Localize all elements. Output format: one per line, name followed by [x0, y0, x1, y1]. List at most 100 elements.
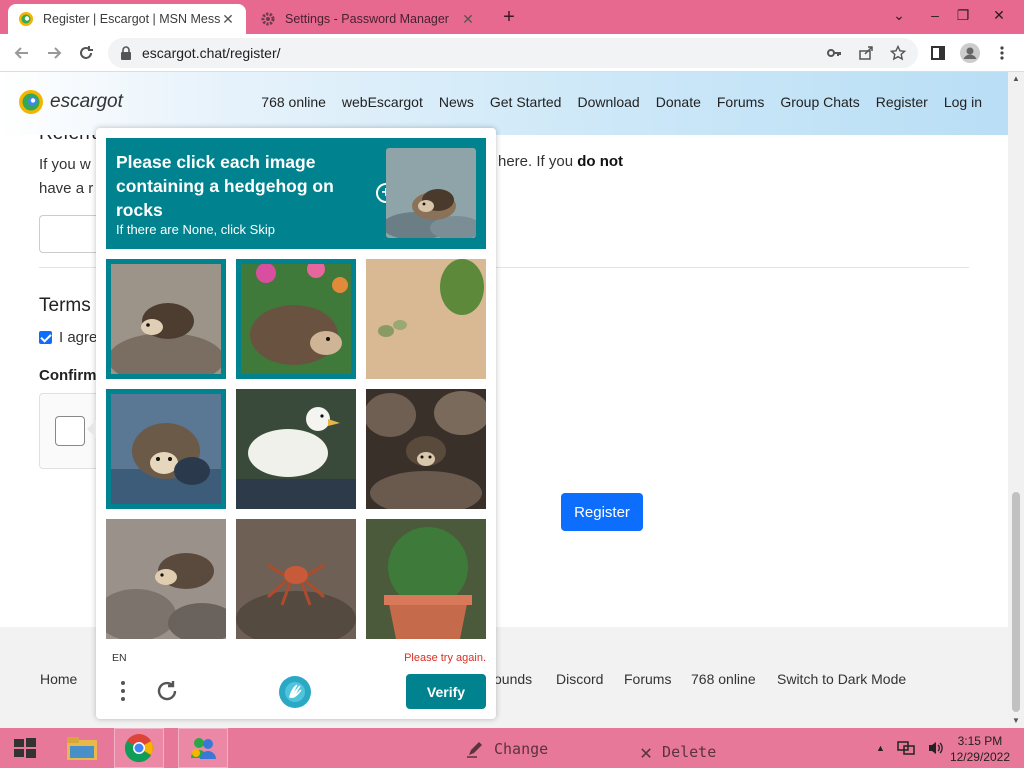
hcaptcha-checkbox[interactable]: [55, 416, 85, 446]
back-icon[interactable]: [10, 41, 34, 65]
captcha-image-8[interactable]: [236, 519, 356, 639]
volume-icon[interactable]: [927, 740, 945, 756]
agree-label: I agre: [59, 329, 98, 346]
page-scrollbar[interactable]: ▲ ▼: [1008, 72, 1024, 728]
browser-tabstrip: Register | Escargot | MSN Messen ✕ Setti…: [0, 0, 1024, 34]
taskbar-messenger[interactable]: [178, 728, 228, 768]
footer-discord[interactable]: Discord: [556, 671, 603, 687]
share-icon[interactable]: [854, 41, 878, 65]
scroll-down-icon[interactable]: ▼: [1008, 714, 1024, 728]
footer-dark-mode[interactable]: Switch to Dark Mode: [777, 671, 906, 687]
site-nav: 768 online webEscargot News Get Started …: [261, 94, 982, 110]
captcha-image-2[interactable]: [236, 259, 356, 379]
lock-icon: [121, 46, 131, 60]
close-window-icon[interactable]: ✕: [982, 0, 1016, 30]
nav-download[interactable]: Download: [577, 94, 639, 110]
key-icon[interactable]: [822, 41, 846, 65]
referral-text-right: here. If you do not: [498, 153, 623, 170]
captcha-image-4[interactable]: [106, 389, 226, 509]
footer-home[interactable]: Home: [40, 671, 77, 687]
footer-online-count: 768 online: [691, 671, 756, 687]
taskbar-explorer[interactable]: [58, 728, 106, 768]
taskbar-change[interactable]: Change: [466, 740, 548, 758]
site-logo[interactable]: escargot: [18, 89, 123, 115]
restore-icon[interactable]: ❐: [946, 0, 980, 30]
captcha-menu-icon[interactable]: [116, 678, 130, 704]
captcha-subtext: If there are None, click Skip: [116, 222, 275, 237]
system-tray: ▲: [876, 728, 945, 768]
tab-close-icon[interactable]: ✕: [460, 11, 476, 28]
forward-icon[interactable]: [42, 41, 66, 65]
nav-get-started[interactable]: Get Started: [490, 94, 562, 110]
captcha-image-grid: [106, 259, 486, 639]
scroll-thumb[interactable]: [1012, 492, 1020, 712]
captcha-example-image[interactable]: [386, 148, 476, 238]
captcha-image-7[interactable]: [106, 519, 226, 639]
reload-icon[interactable]: [74, 41, 98, 65]
folder-icon: [67, 737, 97, 760]
scroll-up-icon[interactable]: ▲: [1008, 72, 1024, 86]
footer-forums[interactable]: Forums: [624, 671, 671, 687]
nav-webescargot[interactable]: webEscargot: [342, 94, 423, 110]
nav-online-count: 768 online: [261, 94, 326, 110]
browser-toolbar: escargot.chat/register/: [0, 34, 1024, 72]
messenger-users-icon: [191, 738, 216, 759]
clock-time: 3:15 PM: [957, 734, 1003, 748]
nav-donate[interactable]: Donate: [656, 94, 701, 110]
captcha-pointer: [87, 420, 96, 438]
captcha-refresh-icon[interactable]: [154, 678, 180, 704]
tab-search-chevron-icon[interactable]: ⌄: [882, 0, 916, 30]
pen-icon: [467, 742, 482, 758]
clock-date: 12/29/2022: [949, 750, 1010, 764]
terms-heading: Terms: [39, 295, 91, 316]
captcha-image-3[interactable]: [366, 259, 486, 379]
start-button[interactable]: [8, 728, 42, 768]
agree-checkbox[interactable]: [39, 331, 52, 344]
tab-title: Register | Escargot | MSN Messen: [43, 12, 220, 26]
side-panel-icon[interactable]: [926, 41, 950, 65]
nav-group-chats[interactable]: Group Chats: [780, 94, 859, 110]
captcha-image-1[interactable]: [106, 259, 226, 379]
hcaptcha-logo-icon[interactable]: [278, 675, 312, 709]
footer-sounds[interactable]: ounds: [494, 671, 532, 687]
tab-title: Settings - Password Manager: [285, 12, 449, 26]
bookmark-star-icon[interactable]: [886, 41, 910, 65]
delete-label: Delete: [662, 743, 717, 761]
referral-right-text: here. If you: [498, 153, 578, 170]
agree-terms-row[interactable]: I agre: [39, 329, 97, 346]
nav-forums[interactable]: Forums: [717, 94, 764, 110]
register-button[interactable]: Register: [561, 493, 643, 531]
referral-do-not: do not: [577, 153, 624, 170]
tab-register[interactable]: Register | Escargot | MSN Messen ✕: [8, 4, 246, 34]
taskbar-clock[interactable]: 3:15 PM 12/29/2022: [950, 733, 1010, 765]
taskbar-chrome[interactable]: [114, 728, 164, 768]
address-bar[interactable]: escargot.chat/register/: [108, 38, 918, 68]
escargot-favicon-icon: [19, 12, 33, 26]
gear-icon: [261, 12, 275, 26]
tab-close-icon[interactable]: ✕: [220, 11, 236, 28]
nav-log-in[interactable]: Log in: [944, 94, 982, 110]
captcha-image-6[interactable]: [366, 389, 486, 509]
captcha-image-9[interactable]: [366, 519, 486, 639]
chrome-icon: [124, 734, 153, 763]
captcha-header: Please click each image containing a hed…: [106, 138, 486, 249]
nav-news[interactable]: News: [439, 94, 474, 110]
logo-text: escargot: [50, 91, 123, 112]
captcha-challenge: Please click each image containing a hed…: [87, 128, 496, 719]
nav-register[interactable]: Register: [876, 94, 928, 110]
network-icon[interactable]: [897, 740, 915, 756]
windows-taskbar: Change ✕ Delete ▲ 3:15 PM 12/29/2022: [0, 728, 1024, 768]
captcha-error: Please try again.: [404, 652, 486, 664]
taskbar-delete[interactable]: ✕ Delete: [640, 740, 716, 764]
windows-logo-icon: [14, 738, 36, 758]
captcha-verify-button[interactable]: Verify: [406, 674, 486, 709]
new-tab-button[interactable]: +: [496, 6, 522, 30]
captcha-language[interactable]: EN: [112, 652, 127, 664]
confirm-heading: Confirm: [39, 367, 97, 384]
captcha-image-5[interactable]: [236, 389, 356, 509]
profile-avatar-icon[interactable]: [958, 41, 982, 65]
url-text: escargot.chat/register/: [142, 45, 281, 61]
menu-kebab-icon[interactable]: [990, 41, 1014, 65]
tab-settings[interactable]: Settings - Password Manager ✕: [250, 4, 486, 34]
tray-expand-icon[interactable]: ▲: [876, 743, 885, 753]
